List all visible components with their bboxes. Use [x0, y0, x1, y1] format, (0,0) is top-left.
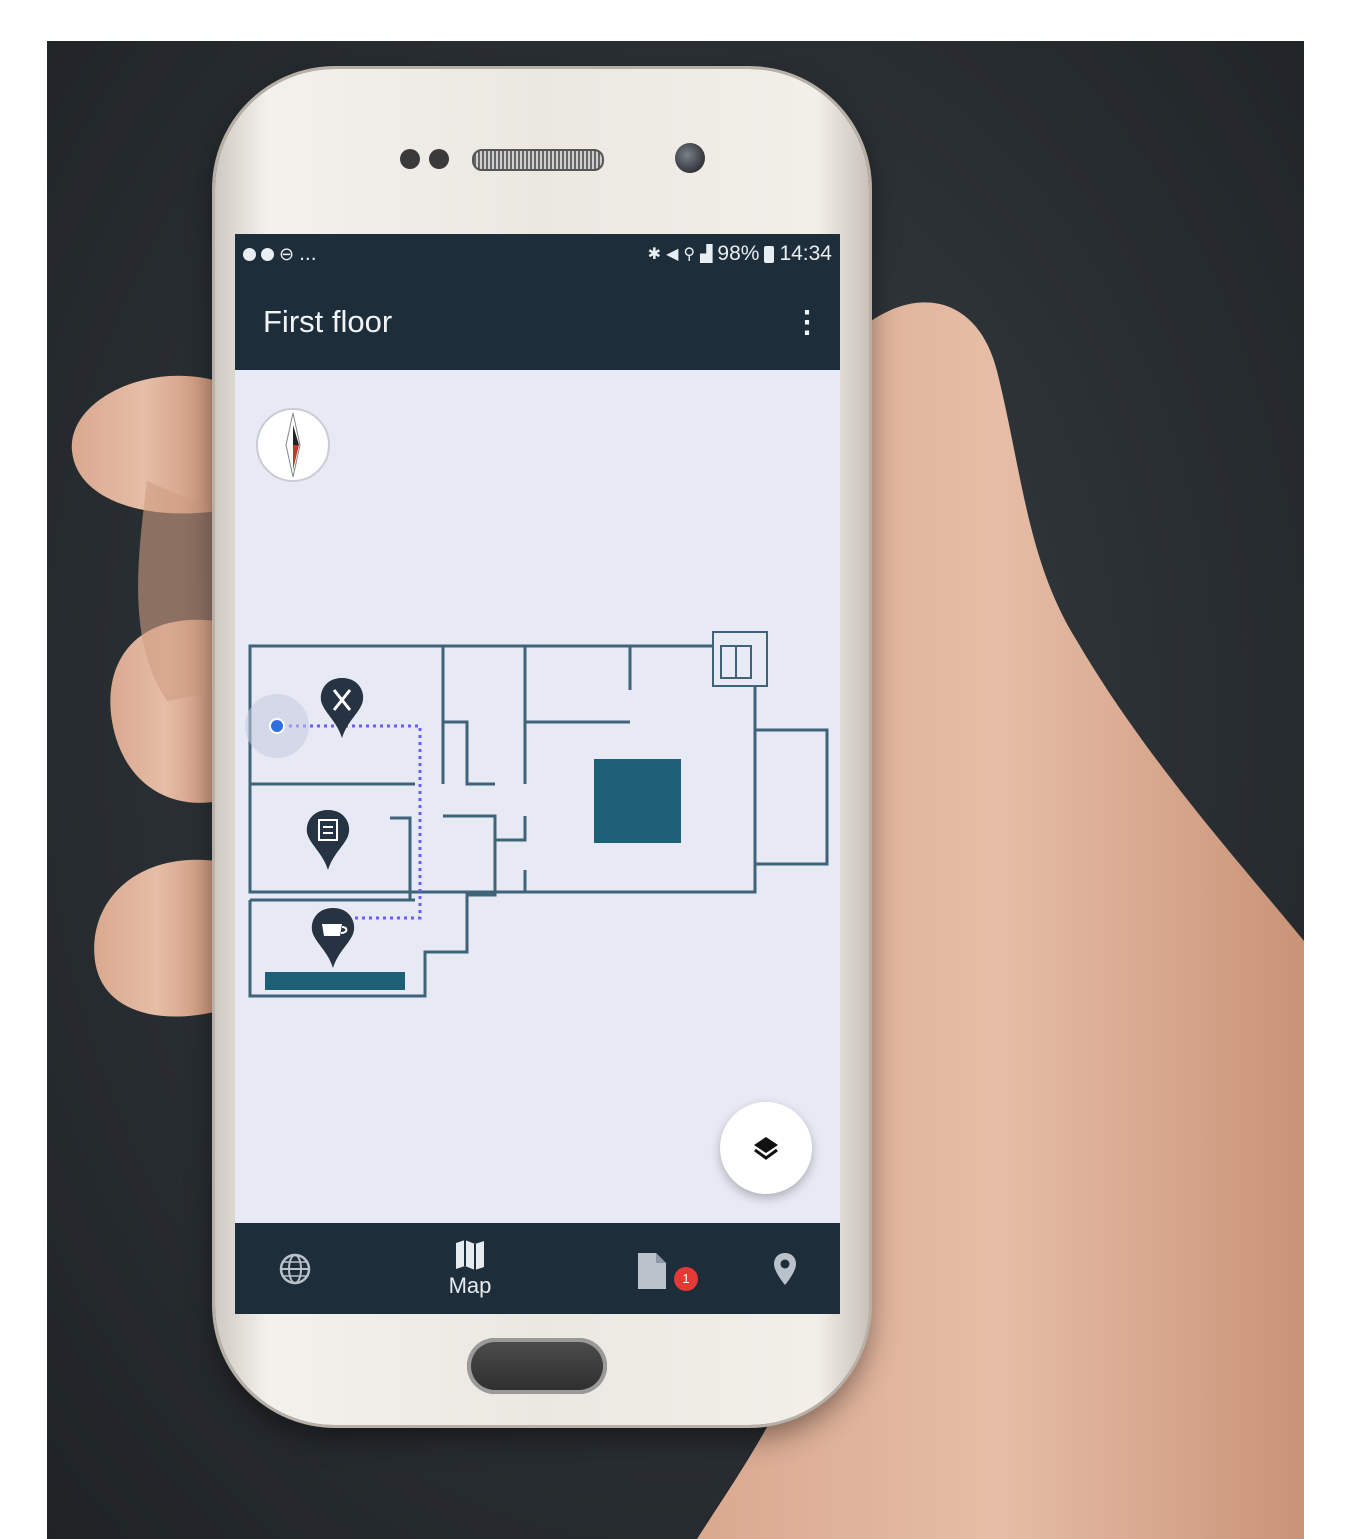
nav-location[interactable] [755, 1223, 815, 1314]
notification-badge: 1 [674, 1266, 698, 1291]
do-not-disturb-icon: ⊖ [279, 243, 295, 264]
status-more-indicator: ... [299, 242, 317, 265]
nav-map-label: Map [448, 1272, 492, 1298]
bluetooth-icon: ✱ [647, 246, 662, 263]
messenger-icon [261, 247, 274, 261]
wifi-icon: ⚲ [683, 246, 696, 263]
app-bar: First floor ⋮ [235, 274, 840, 370]
room-block [594, 759, 681, 843]
signal-icon: ▟ [700, 246, 713, 263]
layers-button[interactable] [720, 1102, 812, 1194]
status-bar: ⊖ ... ✱ ◀ ⚲ ▟ 98% 14:34 [235, 234, 840, 274]
earpiece-speaker [472, 149, 604, 171]
restaurant-poi-icon[interactable] [320, 678, 364, 738]
user-location-icon [245, 694, 309, 758]
page-title: First floor [263, 304, 393, 339]
nav-documents[interactable]: 1 [620, 1223, 698, 1314]
location-pin-icon [774, 1252, 796, 1285]
sensor-dot [429, 149, 449, 169]
battery-percent: 98% [717, 242, 760, 265]
nav-map[interactable]: Map [425, 1223, 515, 1314]
sensor-dot [400, 149, 420, 169]
nav-globe[interactable] [255, 1223, 335, 1314]
book-poi-icon[interactable] [306, 810, 350, 870]
battery-icon [764, 245, 775, 263]
document-icon-wrapper: 1 [638, 1249, 698, 1291]
document-icon [638, 1252, 666, 1289]
elevator-icon[interactable] [712, 631, 768, 687]
product-photo: ⊖ ... ✱ ◀ ⚲ ▟ 98% 14:34 First floor ⋮ Ma… [47, 41, 1304, 1539]
compass-icon[interactable] [256, 408, 330, 482]
bottom-navigation: Map 1 [235, 1223, 840, 1314]
app-screen: ⊖ ... ✱ ◀ ⚲ ▟ 98% 14:34 First floor ⋮ Ma… [235, 234, 840, 1314]
globe-icon [279, 1253, 311, 1284]
floor-map[interactable] [235, 370, 840, 1223]
layers-icon [754, 1137, 778, 1160]
map-icon [456, 1239, 484, 1270]
home-button[interactable] [467, 1338, 607, 1394]
messenger-icon [243, 247, 256, 261]
more-vert-icon[interactable]: ⋮ [792, 305, 822, 340]
coffee-poi-icon[interactable] [311, 908, 355, 968]
mute-icon: ◀ [666, 246, 679, 263]
counter-block [265, 972, 405, 990]
front-camera [675, 143, 705, 173]
clock: 14:34 [779, 242, 832, 265]
phone-device: ⊖ ... ✱ ◀ ⚲ ▟ 98% 14:34 First floor ⋮ Ma… [215, 69, 869, 1425]
floor-plan[interactable] [235, 370, 840, 1223]
